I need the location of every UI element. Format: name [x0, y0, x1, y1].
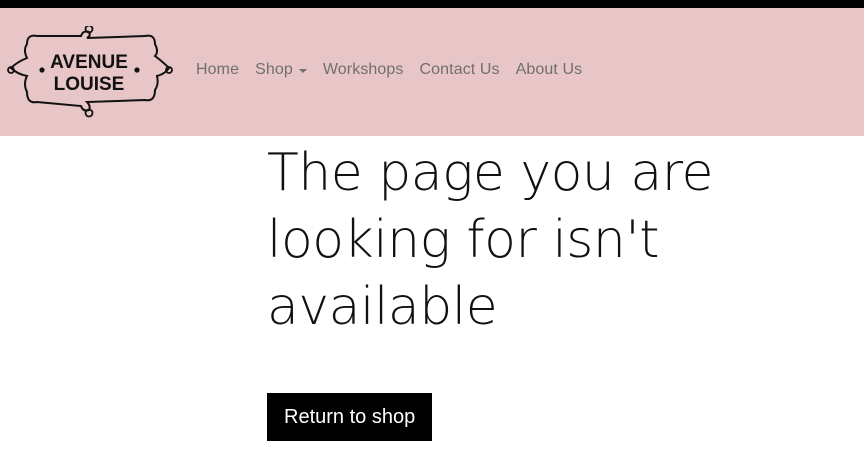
- logo-line1: AVENUE: [50, 52, 128, 73]
- nav-item-label: Home: [196, 61, 240, 78]
- main-content: The page you are looking for isn't avail…: [267, 140, 827, 441]
- nav-item-workshops[interactable]: Workshops: [323, 61, 404, 79]
- nav-item-label: Shop: [255, 61, 293, 78]
- nav-item-shop[interactable]: Shop: [255, 61, 307, 79]
- return-to-shop-button[interactable]: Return to shop: [267, 393, 433, 441]
- site-header: AVENUE LOUISE Home Shop Workshops Contac…: [0, 8, 864, 136]
- ornamental-frame-icon: AVENUE LOUISE: [7, 26, 173, 118]
- brand-logo[interactable]: AVENUE LOUISE: [7, 26, 173, 118]
- nav-item-contact-us[interactable]: Contact Us: [420, 61, 500, 79]
- chevron-down-icon: [298, 69, 307, 73]
- logo-line2: LOUISE: [54, 74, 125, 95]
- top-strip: [0, 0, 864, 8]
- page-title: The page you are looking for isn't avail…: [267, 143, 714, 337]
- nav-item-home[interactable]: Home: [196, 61, 239, 79]
- nav-item-label: About Us: [515, 61, 583, 78]
- nav-item-label: Contact Us: [419, 61, 500, 78]
- nav-item-about-us[interactable]: About Us: [516, 61, 583, 79]
- nav-item-label: Workshops: [322, 61, 404, 78]
- main-nav: Home Shop Workshops Contact Us About Us: [196, 61, 598, 79]
